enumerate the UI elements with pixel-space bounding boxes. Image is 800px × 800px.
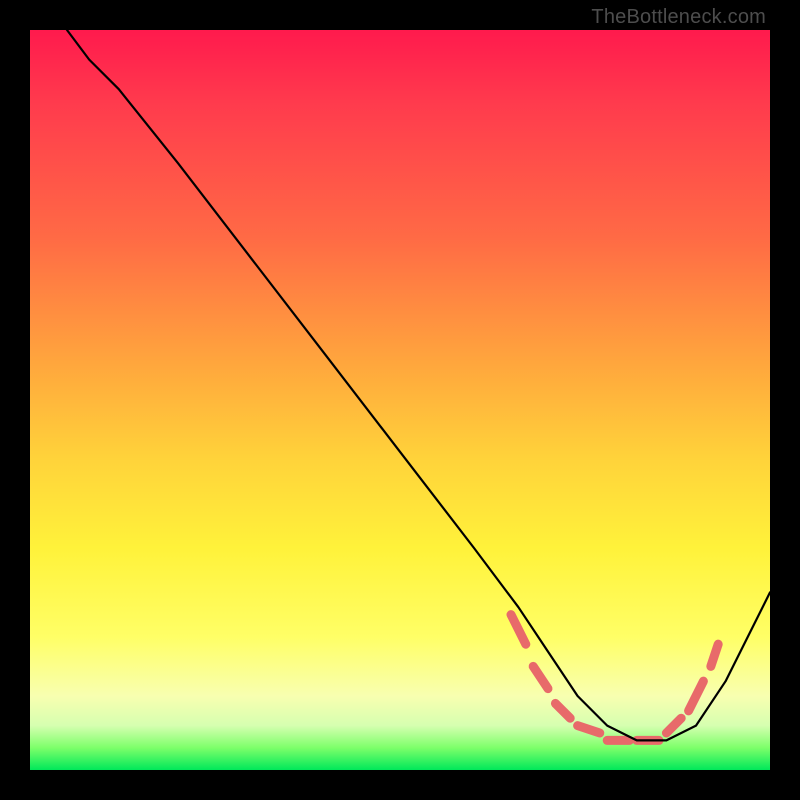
watermark-text: TheBottleneck.com — [591, 6, 766, 29]
main-curve — [67, 30, 770, 740]
highlight-dash — [578, 726, 600, 733]
highlight-dash — [689, 681, 704, 711]
highlight-dash — [555, 703, 570, 718]
chart-frame: TheBottleneck.com — [0, 0, 800, 800]
highlight-dash — [533, 666, 548, 688]
highlight-dashes — [511, 615, 718, 741]
highlight-dash — [666, 718, 681, 733]
highlight-dash — [711, 644, 718, 666]
chart-overlay — [30, 30, 770, 770]
highlight-dash — [511, 615, 526, 645]
